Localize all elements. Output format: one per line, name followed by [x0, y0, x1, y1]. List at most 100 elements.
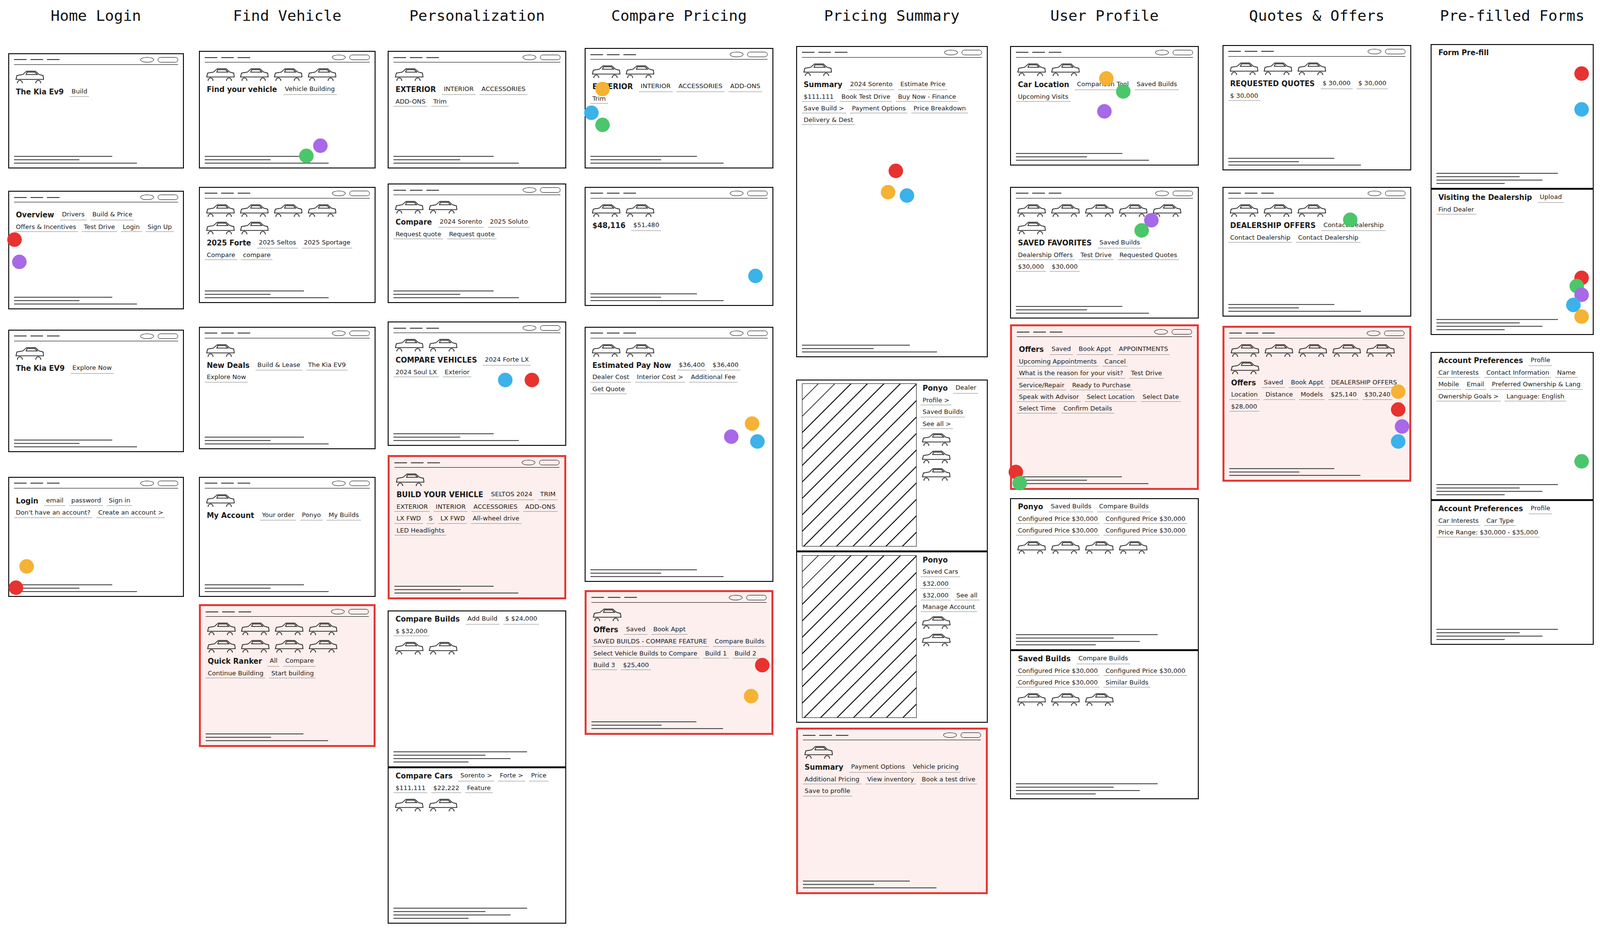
nav-link[interactable] [1262, 332, 1275, 334]
sticky-dot[interactable] [1390, 384, 1406, 399]
search-icon[interactable] [746, 594, 767, 601]
search-icon[interactable] [348, 608, 369, 615]
sticky-dot[interactable] [1390, 434, 1406, 449]
nav-link[interactable] [221, 192, 234, 194]
sticky-dot[interactable] [12, 254, 27, 270]
sticky-dot[interactable] [1116, 84, 1131, 99]
nav-link[interactable] [1032, 51, 1045, 53]
logo-icon[interactable] [1155, 190, 1169, 197]
nav-link[interactable] [591, 596, 604, 598]
search-icon[interactable] [540, 187, 561, 193]
nav-link[interactable] [238, 611, 252, 613]
wireframe[interactable]: EXTERIORINTERIORACCESSORIESADD-ONSTrim [584, 47, 774, 169]
nav-link[interactable] [409, 57, 423, 59]
nav-link[interactable] [204, 482, 218, 484]
nav-link[interactable] [426, 57, 439, 59]
nav-link[interactable] [590, 54, 604, 56]
nav-link[interactable] [204, 192, 218, 194]
wireframe[interactable]: Saved BuildsCompare BuildsConfigured Pri… [1010, 649, 1199, 800]
wireframe[interactable]: OffersSavedBook ApptSAVED BUILDS - COMPA… [584, 589, 774, 735]
sticky-dot[interactable] [1394, 419, 1410, 434]
nav-link[interactable] [1229, 332, 1242, 334]
nav-link[interactable] [14, 335, 27, 337]
wireframe[interactable]: EXTERIORINTERIORACCESSORIESADD-ONSTrim [387, 50, 567, 168]
wireframe[interactable]: BUILD YOUR VEHICLESELTOS 2024TRIMEXTERIO… [387, 454, 567, 599]
nav-link[interactable] [1228, 50, 1241, 52]
wireframe[interactable]: DEALERSHIP OFFERSContact DealershipConta… [1222, 186, 1412, 317]
nav-link[interactable] [30, 482, 44, 484]
wireframe[interactable]: Car LocationComparison ToolSaved BuildsU… [1010, 45, 1199, 166]
nav-link[interactable] [819, 734, 832, 736]
nav-link[interactable] [802, 734, 816, 736]
wireframe[interactable]: Summary2024 SorentoEstimate Price$111,11… [796, 45, 988, 358]
wireframe[interactable]: Compare2024 Sorento2025 SolutoRequest qu… [387, 183, 567, 303]
nav-link[interactable] [393, 327, 407, 329]
nav-link[interactable] [623, 192, 636, 194]
nav-link[interactable] [410, 462, 424, 464]
sticky-dot[interactable] [1574, 309, 1589, 324]
nav-link[interactable] [606, 332, 620, 334]
search-icon[interactable] [1385, 190, 1406, 197]
sticky-dot[interactable] [750, 434, 765, 449]
sticky-dot[interactable] [743, 688, 759, 704]
nav-link[interactable] [427, 462, 440, 464]
sticky-dot[interactable] [888, 163, 904, 179]
logo-icon[interactable] [332, 190, 346, 197]
nav-link[interactable] [237, 332, 251, 334]
sticky-dot[interactable] [524, 372, 540, 388]
logo-icon[interactable] [1154, 329, 1168, 335]
wireframe[interactable]: PonyoSaved BuildsCompare BuildsConfigure… [1010, 498, 1199, 650]
search-icon[interactable] [349, 190, 370, 197]
search-icon[interactable] [1172, 49, 1193, 56]
logo-icon[interactable] [728, 594, 743, 601]
sticky-dot[interactable] [748, 268, 763, 284]
logo-icon[interactable] [331, 608, 345, 615]
search-icon[interactable] [747, 51, 768, 58]
nav-link[interactable] [221, 57, 234, 59]
wireframe[interactable]: Account PreferencesProfileCar InterestsC… [1430, 351, 1594, 500]
wireframe[interactable]: OffersSavedBook ApptAPPOINTMENTSUpcoming… [1010, 324, 1199, 490]
search-icon[interactable] [349, 480, 370, 486]
nav-link[interactable] [1261, 50, 1274, 52]
search-icon[interactable] [1171, 329, 1193, 335]
nav-link[interactable] [30, 59, 44, 61]
nav-link[interactable] [221, 332, 234, 334]
nav-link[interactable] [1033, 331, 1046, 333]
nav-link[interactable] [409, 189, 423, 191]
nav-link[interactable] [237, 57, 251, 59]
logo-icon[interactable] [140, 333, 154, 339]
sticky-dot[interactable] [595, 117, 610, 133]
nav-link[interactable] [606, 192, 620, 194]
wireframe[interactable]: LoginemailpasswordSign inDon't have an a… [8, 476, 184, 598]
nav-link[interactable] [607, 596, 621, 598]
logo-icon[interactable] [1367, 48, 1382, 55]
search-icon[interactable] [157, 194, 179, 200]
nav-link[interactable] [1245, 332, 1259, 334]
logo-icon[interactable] [729, 51, 744, 58]
nav-link[interactable] [1032, 192, 1045, 194]
nav-link[interactable] [237, 192, 251, 194]
wireframe[interactable]: Compare BuildsAdd Build$ $24,000$ $32,00… [387, 610, 567, 768]
logo-icon[interactable] [140, 194, 154, 200]
search-icon[interactable] [961, 49, 982, 56]
logo-icon[interactable] [140, 480, 154, 486]
nav-link[interactable] [1015, 192, 1029, 194]
nav-link[interactable] [394, 462, 408, 464]
logo-icon[interactable] [729, 330, 744, 336]
sticky-dot[interactable] [754, 657, 770, 673]
search-icon[interactable] [157, 57, 179, 63]
nav-link[interactable] [1048, 192, 1062, 194]
wireframe[interactable]: PonyoSaved Cars$32,000$32,000See allMana… [796, 551, 988, 723]
nav-link[interactable] [426, 189, 439, 191]
nav-link[interactable] [623, 332, 636, 334]
nav-link[interactable] [221, 482, 234, 484]
nav-link[interactable] [222, 611, 235, 613]
sticky-dot[interactable] [1097, 104, 1112, 119]
logo-icon[interactable] [140, 57, 154, 63]
search-icon[interactable] [1384, 330, 1405, 336]
sticky-dot[interactable] [1574, 66, 1589, 81]
logo-icon[interactable] [1366, 330, 1381, 336]
nav-link[interactable] [1048, 51, 1062, 53]
nav-link[interactable] [14, 482, 27, 484]
sticky-dot[interactable] [1574, 102, 1589, 117]
